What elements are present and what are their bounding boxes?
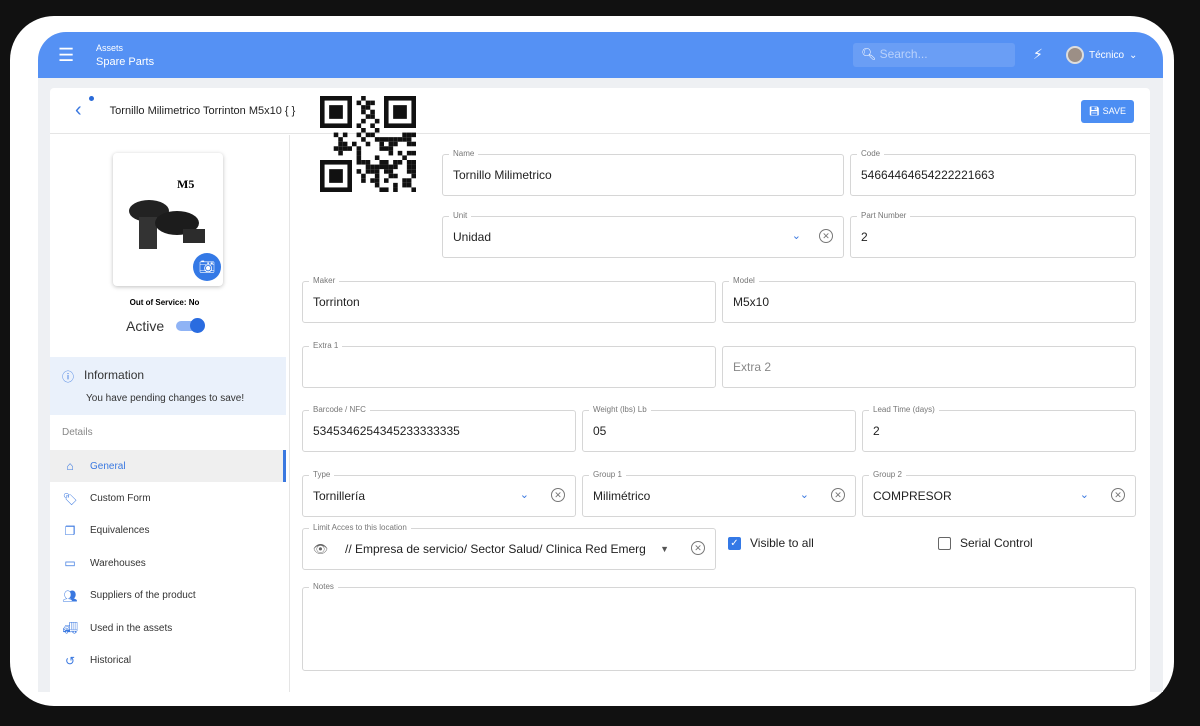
sidebar-item-suppliers[interactable]: 👥︎ Suppliers of the product	[50, 580, 286, 612]
clear-icon[interactable]: ✕	[1111, 488, 1125, 502]
info-icon: ⓘ	[62, 370, 75, 384]
clear-icon[interactable]: ✕	[831, 488, 845, 502]
extra2-field[interactable]: Extra 2	[722, 346, 1136, 388]
copy-icon: ❐	[64, 523, 76, 538]
detail-card: ‹ Tornillo Milimetrico Torrinton M5x10 {…	[50, 88, 1150, 692]
extra1-field[interactable]: Extra 1	[302, 341, 716, 388]
part-number-field[interactable]: Part Number 2	[850, 211, 1136, 258]
type-select[interactable]: Type Tornillería ⌄ ✕	[302, 470, 576, 517]
sidebar-item-custom-form[interactable]: 🏷︎ Custom Form	[50, 482, 286, 514]
breadcrumb-current: Spare Parts	[96, 55, 155, 68]
eye-icon: 👁︎	[313, 542, 329, 556]
save-icon: 💾︎	[1088, 106, 1101, 116]
search-input[interactable]: 🔍︎ Search...	[853, 43, 1015, 67]
screw-image	[129, 200, 205, 249]
app-window: ☰ Assets Spare Parts 🔍︎ Search... ⚡︎ Téc…	[38, 32, 1163, 692]
clear-icon[interactable]: ✕	[691, 541, 705, 555]
lightning-icon[interactable]: ⚡︎	[1033, 46, 1043, 63]
breadcrumb: Assets Spare Parts	[96, 43, 154, 68]
photo-label: M5	[177, 177, 195, 191]
info-banner: ⓘ Information You have pending changes to…	[50, 357, 286, 415]
camera-add-icon[interactable]: 📷︎	[193, 253, 221, 281]
checkbox-checked-icon: ✓	[728, 536, 741, 550]
serial-control-checkbox[interactable]: Serial Control	[938, 536, 1033, 550]
visible-to-all-checkbox[interactable]: ✓ Visible to all	[728, 536, 814, 550]
user-name: Técnico	[1089, 49, 1125, 61]
save-button[interactable]: 💾︎ SAVE	[1080, 100, 1134, 123]
clear-icon[interactable]: ✕	[819, 229, 833, 243]
search-icon: 🔍︎	[861, 47, 877, 61]
sidebar-item-warehouses[interactable]: ▭ Warehouses	[50, 547, 286, 579]
chevron-down-icon: ⌄	[791, 230, 801, 242]
notes-field[interactable]: Notes	[302, 582, 1136, 671]
sidebar-item-general[interactable]: ⌂ General	[50, 450, 286, 483]
unit-select[interactable]: Unit Unidad ⌄ ✕	[442, 211, 844, 258]
home-icon: ⌂	[66, 459, 74, 474]
out-of-service-status: Out of Service: No	[129, 298, 200, 307]
group1-select[interactable]: Group 1 Milimétrico ⌄ ✕	[582, 470, 856, 517]
qr-code	[320, 96, 416, 192]
sidebar-item-equivalences[interactable]: ❐ Equivalences	[50, 515, 286, 547]
maker-field[interactable]: Maker Torrinton	[302, 276, 716, 323]
avatar	[1066, 46, 1084, 64]
detail-header: ‹ Tornillo Milimetrico Torrinton M5x10 {…	[50, 88, 1150, 134]
chevron-down-icon: ⌄	[1129, 49, 1138, 61]
details-heading: Details	[62, 427, 93, 438]
weight-field[interactable]: Weight (lbs) Lb 05	[582, 405, 856, 452]
user-menu[interactable]: Técnico ⌄	[1066, 46, 1137, 64]
location-select[interactable]: Limit Acces to this location 👁︎// Empresa…	[302, 523, 716, 570]
sidebar-nav: ⌂ General 🏷︎ Custom Form ❐ Equivalences ▭ Wa…	[50, 450, 286, 677]
users-icon: 👥︎	[62, 588, 78, 603]
back-icon[interactable]: ‹	[75, 96, 94, 122]
top-bar: ☰ Assets Spare Parts 🔍︎ Search... ⚡︎ Téc…	[38, 32, 1163, 78]
sidebar: M5 📷︎ Out of Service: No Active ⓘ Informa…	[50, 135, 290, 692]
tags-icon: 🏷︎	[62, 491, 78, 506]
chevron-down-icon: ⌄	[1079, 489, 1089, 501]
inbox-icon: ▭	[64, 556, 76, 571]
active-toggle[interactable]	[176, 318, 206, 333]
sidebar-item-used-in-assets[interactable]: 🚚︎ Used in the assets	[50, 612, 286, 644]
product-photo: M5 📷︎	[113, 153, 223, 286]
model-field[interactable]: Model M5x10	[722, 276, 1136, 323]
active-label: Active	[126, 318, 165, 334]
caret-down-icon: ▼	[660, 544, 669, 554]
chevron-down-icon: ⌄	[799, 489, 809, 501]
breadcrumb-section[interactable]: Assets	[96, 43, 154, 53]
page-title: Tornillo Milimetrico Torrinton M5x10 { }	[109, 104, 296, 117]
barcode-field[interactable]: Barcode / NFC 5345346254345233333335	[302, 405, 576, 452]
chevron-down-icon: ⌄	[519, 489, 529, 501]
search-placeholder: Search...	[879, 47, 928, 61]
code-field[interactable]: Code 54664464654222221663	[850, 149, 1136, 196]
info-title: Information	[84, 368, 145, 382]
sidebar-item-historical[interactable]: ↺ Historical	[50, 644, 286, 676]
history-icon: ↺	[64, 653, 76, 668]
checkbox-unchecked-icon	[938, 536, 951, 550]
menu-icon[interactable]: ☰	[58, 45, 74, 66]
name-field[interactable]: Name Tornillo Milimetrico	[442, 149, 844, 196]
clear-icon[interactable]: ✕	[551, 488, 565, 502]
truck-icon: 🚚︎	[62, 621, 78, 636]
info-text: You have pending changes to save!	[86, 393, 245, 404]
lead-time-field[interactable]: Lead Time (days) 2	[862, 405, 1136, 452]
group2-select[interactable]: Group 2 COMPRESOR ⌄ ✕	[862, 470, 1136, 517]
